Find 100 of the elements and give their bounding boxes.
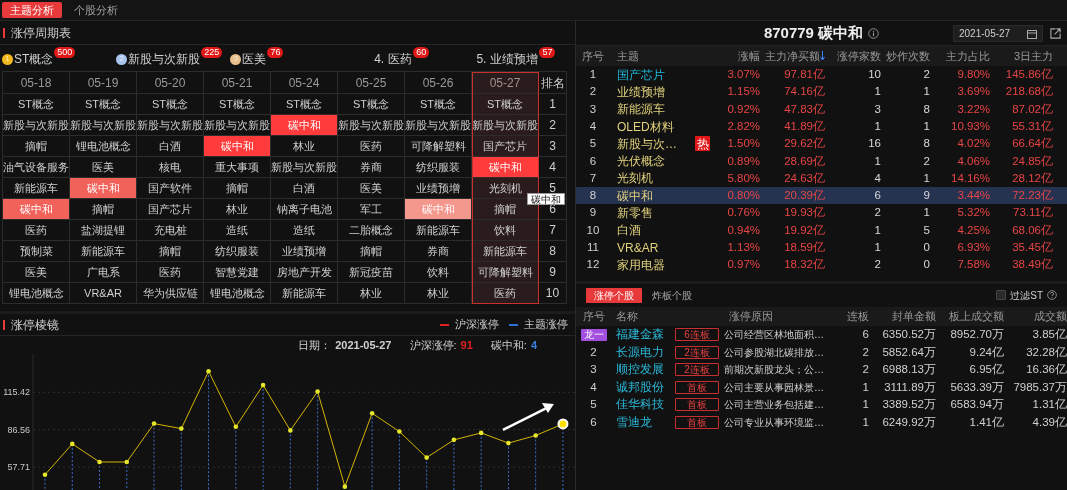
theme-link[interactable]: 新能源车	[617, 100, 665, 119]
date-field[interactable]: 2021-05-27	[953, 25, 1043, 42]
column-header[interactable]: 涨停原因	[729, 308, 773, 325]
stock-link[interactable]: 雪迪龙	[616, 413, 652, 431]
theme-link[interactable]: 国产芯片	[617, 65, 665, 84]
table-row[interactable]: 6 光伏概念 0.89% 28.69亿 1 2 4.06% 24.85亿	[576, 152, 1067, 170]
tab[interactable]: 涨停个股	[586, 287, 642, 303]
data-point	[506, 440, 511, 446]
theme-link[interactable]: 业绩预增	[617, 82, 665, 101]
row-number: 4	[590, 379, 597, 395]
table-cell-text: 9.24亿	[969, 344, 1004, 360]
table-cell-text: 公司专业从事环境监…	[724, 415, 824, 430]
table-cell: 新股与次新股	[70, 115, 137, 136]
table-cell-text: 18.32亿	[784, 257, 825, 273]
theme-link[interactable]: VR&AR	[617, 238, 659, 257]
date-header[interactable]: 05-27	[472, 72, 539, 94]
table-cell: 业绩预增	[271, 241, 338, 262]
table-cell-text: 47.83亿	[784, 101, 825, 117]
date-header[interactable]: 05-24	[271, 72, 338, 94]
table-cell: 碳中和	[70, 178, 137, 199]
stock-link[interactable]: 诚邦股份	[616, 378, 664, 396]
streak-tag: 首板	[675, 415, 719, 429]
column-header[interactable]: 主题	[617, 47, 639, 65]
sort-arrow-icon[interactable]	[820, 51, 825, 61]
export-icon[interactable]	[1050, 28, 1061, 39]
table-row[interactable]: 4 OLED材料 2.82% 41.89亿 1 1 10.93% 55.31亿	[576, 117, 1067, 136]
table-cell: 新冠疫苗	[338, 262, 405, 283]
table-cell: 饮料	[472, 220, 539, 241]
column-header[interactable]: 3日主力	[1013, 47, 1053, 65]
calendar-icon[interactable]	[1027, 28, 1037, 39]
column-header: 排名	[539, 72, 567, 94]
stock-link[interactable]: 顺控发展	[616, 361, 664, 379]
checkbox[interactable]	[996, 290, 1007, 300]
column-header[interactable]: 序号	[582, 308, 605, 325]
column-header[interactable]: 连板	[847, 308, 869, 325]
date-header[interactable]: 05-20	[137, 72, 204, 94]
table-cell-text: 2	[923, 153, 930, 169]
theme-link[interactable]: OLED材料	[617, 117, 674, 136]
help-icon[interactable]	[1047, 290, 1057, 300]
stock-link[interactable]: 佳华科技	[616, 396, 664, 414]
column-header[interactable]: 主力净买额	[765, 47, 825, 65]
table-row[interactable]: 8 碳中和 0.80% 20.39亿 6 9 3.44% 72.23亿	[576, 187, 1067, 205]
theme-link[interactable]: 白酒	[617, 221, 641, 240]
theme-link[interactable]: 家用电器	[617, 255, 665, 274]
table-cell-text: 公司参股湖北碳排放…	[724, 345, 824, 360]
column-header[interactable]: 涨停家数	[837, 47, 881, 65]
table-row[interactable]: 12 家用电器 0.97% 18.32亿 2 0 7.58% 38.49亿	[576, 256, 1067, 274]
table-row[interactable]: 11 VR&AR 1.13% 18.59亿 1 0 6.93% 35.45亿	[576, 238, 1067, 257]
stock-link[interactable]: 福建金森	[616, 326, 664, 344]
table-cell-text: 28.69亿	[784, 153, 825, 169]
tab[interactable]: 个股分析	[66, 2, 126, 18]
date-header[interactable]: 05-19	[70, 72, 137, 94]
tab[interactable]: 主题分析	[2, 2, 62, 18]
date-header[interactable]: 05-21	[204, 72, 271, 94]
title-marker	[3, 27, 5, 38]
column-header[interactable]: 序号	[582, 47, 604, 65]
column-header[interactable]: 封单金额	[892, 308, 936, 325]
table-cell-text: 20.39亿	[784, 188, 825, 204]
theme-link[interactable]: 新零售	[617, 204, 653, 223]
date-header[interactable]: 05-25	[338, 72, 405, 94]
table-row[interactable]: 9 新零售 0.76% 19.93亿 2 1 5.32% 73.11亿	[576, 204, 1067, 222]
table-cell: 二胎概念	[338, 220, 405, 241]
legend-label: 沪深涨停	[455, 317, 499, 333]
table-cell-text: 0.89%	[727, 153, 760, 169]
table-cell-text: 2	[874, 257, 881, 273]
table-cell-text: 72.23亿	[1012, 188, 1053, 204]
table-cell: 医药	[3, 220, 70, 241]
table-row[interactable]: 2 业绩预增 1.15% 74.16亿 1 1 3.69% 218.68亿	[576, 83, 1067, 101]
info-label: 沪深涨停:	[409, 337, 457, 353]
table-cell: 广电系	[70, 262, 137, 283]
stock-link[interactable]: 长源电力	[616, 343, 664, 361]
date-header[interactable]: 05-18	[3, 72, 70, 94]
column-header[interactable]: 主力占比	[946, 47, 990, 65]
table-row[interactable]: 10 白酒 0.94% 19.92亿 1 5 4.25% 68.06亿	[576, 221, 1067, 239]
table-cell: 充电桩	[137, 220, 204, 241]
checkbox-label[interactable]: 过滤ST	[1010, 287, 1043, 303]
table-row[interactable]: 7 光刻机 5.80% 24.63亿 4 1 14.16% 28.12亿	[576, 169, 1067, 188]
column-header[interactable]: 成交额	[1034, 308, 1067, 325]
table-row[interactable]: 3 新能源车 0.92% 47.83亿 3 8 3.22% 87.02亿	[576, 100, 1067, 118]
table-cell: 医美	[338, 178, 405, 199]
theme-link[interactable]: 新股与次…	[617, 134, 677, 153]
table-cell-text: 1	[923, 170, 930, 186]
theme-link[interactable]: 碳中和	[617, 186, 653, 205]
column-header[interactable]: 名称	[616, 308, 638, 325]
data-point	[369, 411, 375, 416]
column-header[interactable]: 炒作次数	[886, 47, 930, 65]
count-badge: 500	[54, 46, 76, 58]
table-cell-text: 7.58%	[957, 257, 990, 273]
table-row[interactable]: 5 新股与次… 热 1.50% 29.62亿 16 8 4.02% 66.64亿	[576, 135, 1067, 153]
info-icon[interactable]	[868, 27, 880, 39]
table-row[interactable]: 1 国产芯片 3.07% 97.81亿 10 2 9.80% 145.86亿	[576, 66, 1067, 84]
table-cell: 预制菜	[3, 241, 70, 262]
theme-link[interactable]: 光刻机	[617, 169, 653, 188]
tab[interactable]: 炸板个股	[650, 287, 694, 303]
table-cell: 医药	[137, 262, 204, 283]
data-point	[42, 472, 48, 477]
column-header[interactable]: 涨幅	[738, 47, 760, 65]
table-cell-text: 2.82%	[727, 118, 760, 134]
theme-link[interactable]: 光伏概念	[617, 152, 665, 171]
column-header[interactable]: 板上成交额	[949, 308, 1004, 325]
